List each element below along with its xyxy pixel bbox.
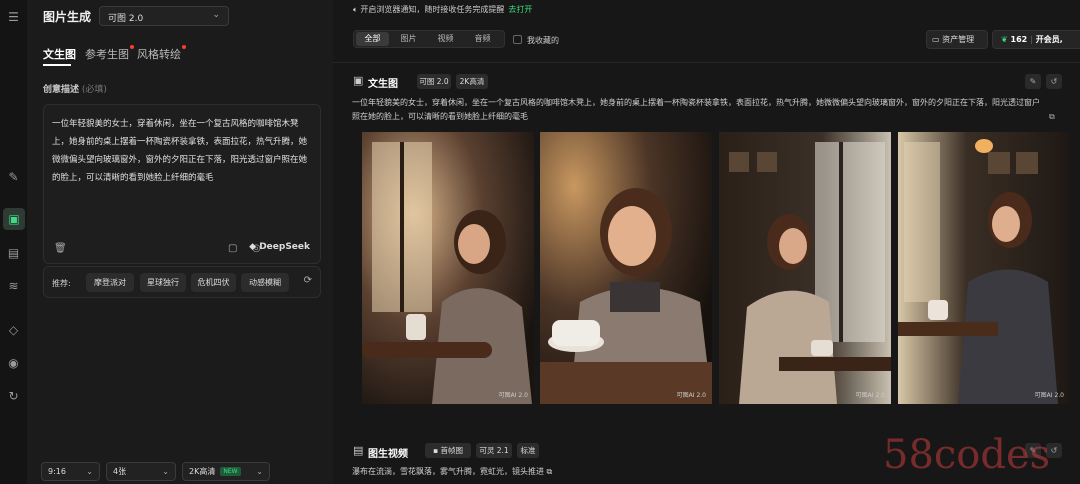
filter-audio[interactable]: 音频 bbox=[466, 32, 499, 46]
divider bbox=[333, 62, 1080, 63]
quality-select[interactable]: 2K高清 NEW ⌄ bbox=[182, 462, 270, 481]
folder-icon: ▭ bbox=[932, 35, 943, 44]
deepseek-logo-icon: ◆ bbox=[249, 242, 260, 252]
image-watermark: 可图AI 2.0 bbox=[676, 392, 706, 399]
filter-video[interactable]: 视频 bbox=[429, 32, 462, 46]
result-title: 文生图 bbox=[368, 79, 398, 90]
result-prompt: 一位年轻貌美的女士，穿着休闲，坐在一个复古风格的咖啡馆木凳上，她身前的桌上摆着一… bbox=[352, 98, 1040, 121]
image-watermark: 可图AI 2.0 bbox=[855, 392, 885, 399]
leaf-icon: ❦ bbox=[1001, 35, 1011, 44]
active-tab-underline bbox=[43, 64, 71, 66]
mode-tag: 标准 bbox=[517, 443, 539, 458]
copy-icon[interactable]: ⧉ bbox=[1049, 112, 1055, 122]
config-panel: 图片生成 可图 2.0 ⌄ 文生图 参考生图 风格转绘 创意描述 (必填) 一位… bbox=[27, 0, 333, 484]
credits-badge[interactable]: ❦ 162 | 开会员, bbox=[992, 30, 1080, 49]
trash-icon[interactable]: 🗑 bbox=[54, 243, 67, 254]
recommend-label: 推荐: bbox=[52, 279, 71, 288]
edit-icon[interactable]: ✎ bbox=[1025, 74, 1041, 89]
waveform-icon[interactable]: ≋ bbox=[6, 279, 21, 294]
chevron-down-icon: ⌄ bbox=[256, 467, 263, 476]
result-title: 图生视频 bbox=[368, 449, 408, 460]
asset-management-button[interactable]: ▭ 资产管理 bbox=[926, 30, 988, 49]
cube-icon[interactable]: ◇ bbox=[6, 323, 21, 338]
image-icon: ▣ bbox=[353, 74, 364, 87]
generated-image[interactable]: 可图AI 2.0 bbox=[898, 132, 1070, 404]
tab-text-to-image[interactable]: 文生图 bbox=[43, 46, 76, 62]
ratio-select[interactable]: 9:16 ⌄ bbox=[41, 462, 100, 481]
generated-image[interactable]: 可图AI 2.0 bbox=[540, 132, 712, 404]
filter-tabs: 全部 图片 视频 音频 bbox=[353, 30, 505, 48]
recommend-chip[interactable]: 星球独行 bbox=[140, 273, 186, 292]
recommend-chip[interactable]: 危机四伏 bbox=[191, 273, 236, 292]
model-select[interactable]: 可图 2.0 ⌄ bbox=[99, 6, 229, 26]
tab-style-transfer[interactable]: 风格转绘 bbox=[137, 45, 186, 62]
tab-reference-image[interactable]: 参考生图 bbox=[85, 45, 134, 62]
new-dot bbox=[130, 45, 134, 49]
chevron-down-icon: ⌄ bbox=[86, 467, 93, 476]
count-select[interactable]: 4张 ⌄ bbox=[106, 462, 176, 481]
eye-icon[interactable]: ◉ bbox=[6, 356, 21, 371]
filter-image[interactable]: 图片 bbox=[392, 32, 425, 46]
icon-rail: ☰ ✎ ▣ ▤ ≋ ◇ ◉ ↻ bbox=[0, 0, 27, 484]
model-select-value: 可图 2.0 bbox=[108, 14, 144, 24]
panel-title: 图片生成 bbox=[43, 10, 92, 24]
chevron-down-icon: ⌄ bbox=[212, 10, 220, 20]
generated-image[interactable]: 可图AI 2.0 bbox=[719, 132, 891, 404]
description-label: 创意描述 (必填) bbox=[43, 85, 107, 95]
new-badge: NEW bbox=[220, 467, 241, 476]
model-tag: 可图 2.0 bbox=[417, 74, 451, 89]
results-panel: 🔈︎ 开启浏览器通知，随时接收任务完成提醒 去打开 全部 图片 视频 音频 我收藏… bbox=[333, 0, 1080, 484]
refresh-icon[interactable]: ⟳ bbox=[304, 275, 312, 286]
favorites-checkbox[interactable]: 我收藏的 bbox=[513, 35, 559, 46]
site-watermark: 58codes bbox=[883, 432, 1051, 478]
first-frame-tag: ▪ 首帧图 bbox=[425, 443, 471, 458]
image-watermark: 可图AI 2.0 bbox=[1034, 392, 1064, 399]
filter-all[interactable]: 全部 bbox=[356, 32, 389, 46]
prompt-text[interactable]: 一位年轻貌美的女士，穿着休闲，坐在一个复古风格的咖啡馆木凳上，她身前的桌上摆着一… bbox=[52, 115, 314, 187]
calendar-icon[interactable]: ▤ bbox=[6, 246, 21, 261]
ai-edit-icon[interactable]: ✎ bbox=[6, 170, 21, 185]
recommend-bar: 推荐: 摩登派对 星球独行 危机四伏 动感模糊 ⟳ bbox=[43, 266, 321, 298]
recommend-chip[interactable]: 动感模糊 bbox=[241, 273, 289, 292]
menu-icon[interactable]: ☰ bbox=[6, 10, 21, 25]
model-tag: 可灵 2.1 bbox=[476, 443, 512, 458]
new-dot bbox=[182, 45, 186, 49]
regenerate-icon[interactable]: ↺ bbox=[1046, 74, 1062, 89]
chevron-down-icon: ⌄ bbox=[162, 467, 169, 476]
prompt-textarea[interactable]: 一位年轻貌美的女士，穿着休闲，坐在一个复古风格的咖啡馆木凳上，她身前的桌上摆着一… bbox=[43, 104, 321, 264]
recommend-chip[interactable]: 摩登派对 bbox=[86, 273, 134, 292]
image-watermark: 可图AI 2.0 bbox=[498, 392, 528, 399]
copy-icon[interactable]: ⧉ bbox=[547, 467, 553, 476]
deepseek-button[interactable]: ◆ DeepSeek bbox=[249, 242, 310, 252]
result-prompt: 瀑布在流淌，雪花飘落，雾气升腾，霓虹光，镜头推进 ⧉ bbox=[352, 467, 553, 476]
enable-notification-link[interactable]: 去打开 bbox=[508, 5, 532, 14]
quality-tag: 2K高清 bbox=[456, 74, 488, 89]
generated-image[interactable]: 可图AI 2.0 bbox=[362, 132, 534, 404]
video-icon: ▤ bbox=[353, 444, 364, 457]
notification-banner: 🔈︎ 开启浏览器通知，随时接收任务完成提醒 去打开 bbox=[353, 5, 533, 14]
save-icon[interactable]: ▢ bbox=[228, 243, 237, 254]
history-icon[interactable]: ↻ bbox=[6, 389, 21, 404]
image-icon[interactable]: ▣ bbox=[3, 208, 25, 230]
